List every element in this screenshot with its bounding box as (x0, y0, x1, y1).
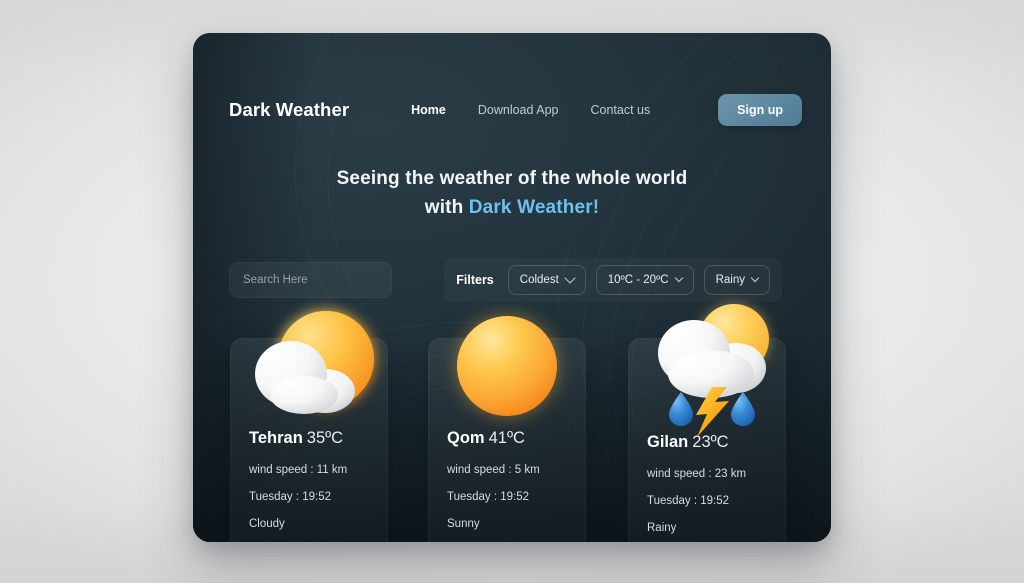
weather-card-body: Gilan 23ºC wind speed : 23 km Tuesday : 1… (647, 433, 776, 534)
weather-card-temp: 41ºC (488, 429, 525, 447)
weather-card-wind: wind speed : 23 km (647, 468, 747, 480)
navbar: Dark Weather Home Download App Contact u… (193, 78, 831, 142)
sign-up-button[interactable]: Sign up (718, 94, 802, 126)
filter-dropdown-condition-value: Rainy (715, 274, 745, 286)
weather-card-condition: Rainy (647, 522, 677, 534)
nav-link-home[interactable]: Home (411, 103, 446, 117)
weather-card-city: Tehran (249, 429, 303, 447)
weather-card-time: Tuesday : 19:52 (447, 491, 530, 503)
brand-logo: Dark Weather (229, 99, 350, 120)
weather-card-wind: wind speed : 11 km (249, 464, 348, 476)
weather-card-body: Tehran 35ºC wind speed : 11 km Tuesday : … (249, 429, 378, 530)
weather-cards-row: Tehran 35ºC wind speed : 11 km Tuesday : … (230, 304, 794, 542)
filter-dropdown-sort-value: Coldest (519, 274, 559, 286)
weather-card[interactable]: Qom 41ºC wind speed : 5 km Tuesday : 19:5… (428, 316, 586, 542)
weather-card[interactable]: Gilan 23ºC wind speed : 23 km Tuesday : 1… (628, 304, 786, 542)
weather-card-city: Qom (447, 429, 485, 447)
nav-link-contact-us[interactable]: Contact us (591, 103, 651, 117)
sun-icon (443, 310, 571, 428)
hero-line-2: with Dark Weather! (193, 193, 831, 222)
weather-card-city: Gilan (647, 433, 689, 451)
chevron-down-icon (674, 273, 683, 283)
weather-card-body: Qom 41ºC wind speed : 5 km Tuesday : 19:5… (447, 429, 576, 530)
hero-line-2-prefix: with (424, 197, 469, 218)
weather-card-wind: wind speed : 5 km (447, 464, 540, 476)
nav-links: Home Download App Contact us (411, 103, 650, 117)
filter-dropdown-sort[interactable]: Coldest (507, 265, 586, 295)
filter-dropdown-temperature[interactable]: 10ºC - 20ºC (595, 265, 694, 295)
chevron-down-icon (564, 272, 576, 284)
weather-card-title: Gilan 23ºC (647, 433, 776, 452)
controls-row: Filters Coldest 10ºC - 20ºC Rainy (229, 262, 795, 298)
weather-card-condition: Sunny (447, 518, 480, 530)
hero-brand-accent: Dark Weather! (468, 197, 600, 218)
chevron-down-icon (750, 273, 760, 283)
hero-line-1: Seeing the weather of the whole world (336, 168, 688, 189)
hero-heading: Seeing the weather of the whole world wi… (193, 164, 831, 222)
filter-dropdown-condition[interactable]: Rainy (703, 265, 770, 295)
weather-card-title: Qom 41ºC (447, 429, 576, 448)
sun-behind-cloud-icon (242, 303, 382, 428)
thunderstorm-rain-icon (637, 297, 783, 437)
app-panel: Dark Weather Home Download App Contact u… (193, 33, 831, 542)
weather-card-temp: 35ºC (306, 429, 344, 447)
nav-link-download-app[interactable]: Download App (478, 103, 559, 117)
weather-card-title: Tehran 35ºC (249, 429, 378, 448)
weather-card-time: Tuesday : 19:52 (249, 491, 332, 503)
filters-label: Filters (456, 273, 494, 287)
filters-group: Filters Coldest 10ºC - 20ºC Rainy (444, 258, 782, 302)
search-input[interactable] (229, 262, 392, 298)
weather-card-time: Tuesday : 19:52 (647, 495, 730, 507)
weather-card-condition: Cloudy (249, 518, 285, 530)
filter-dropdown-temperature-value: 10ºC - 20ºC (607, 274, 669, 286)
weather-card-temp: 23ºC (692, 433, 729, 451)
weather-card[interactable]: Tehran 35ºC wind speed : 11 km Tuesday : … (230, 311, 388, 542)
